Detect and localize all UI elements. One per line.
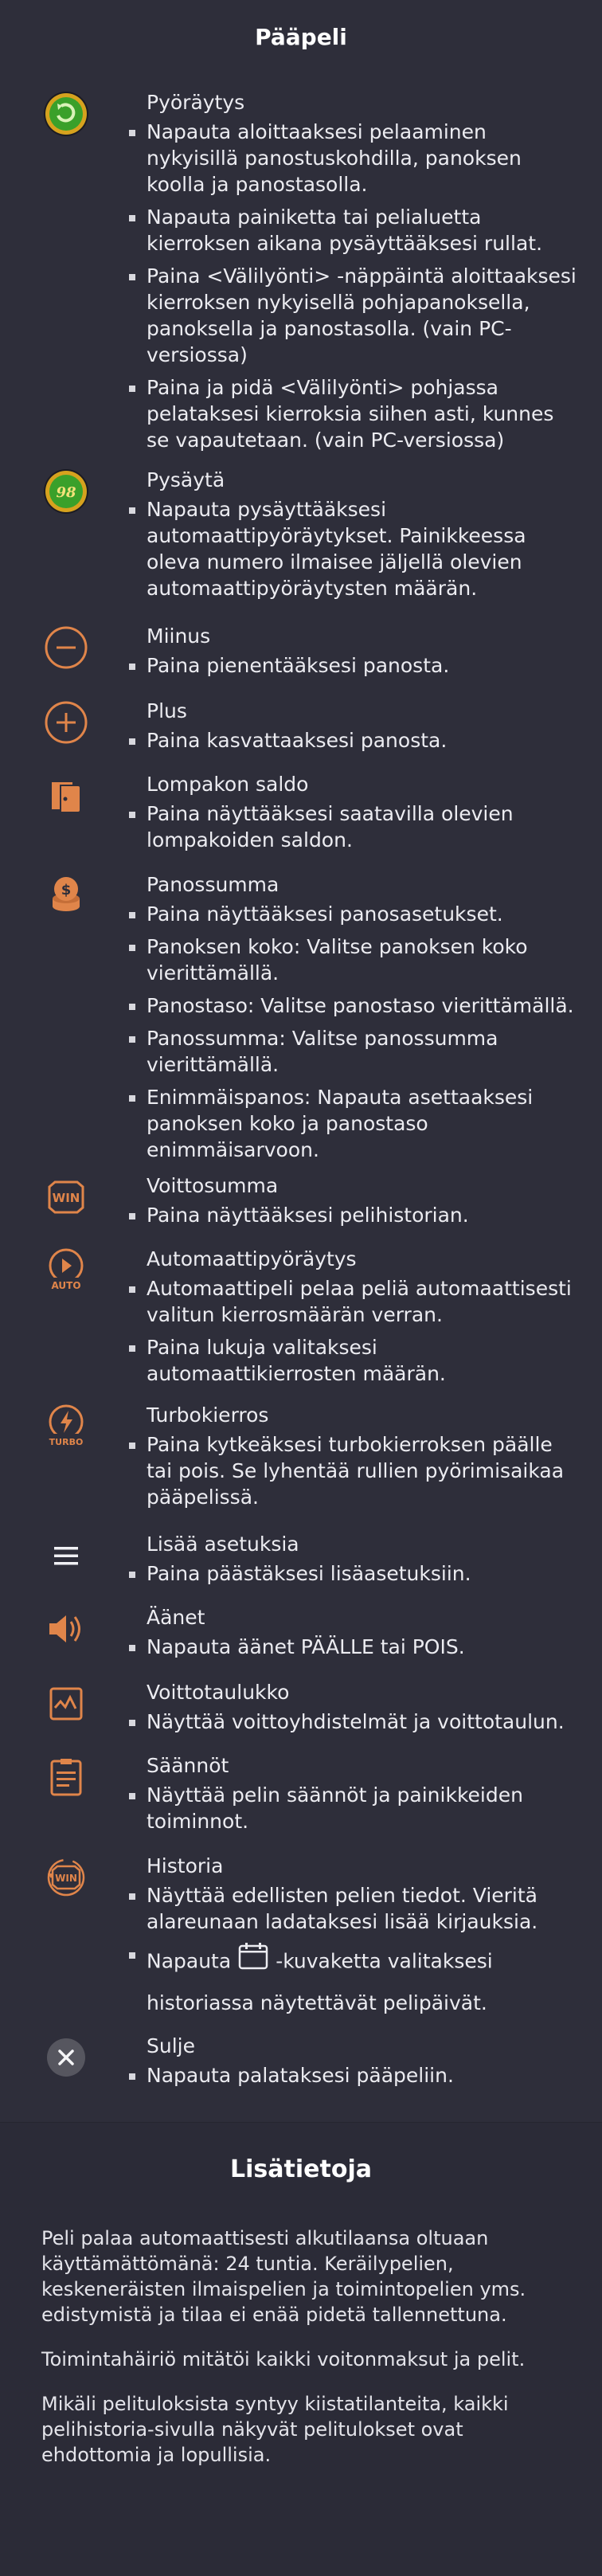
list-item-calendar: Napauta -kuvaketta valitaksesi historiass… [129, 1941, 577, 2023]
autoplay-icon-label: AUTO [51, 1280, 80, 1291]
list-item: Paina päästäksesi lisäasetuksiin. [129, 1560, 577, 1587]
additional-info-title: Lisätietoja [230, 2155, 372, 2183]
list-item: Näyttää edellisten pelien tiedot. Vierit… [129, 1882, 577, 1935]
section-title: Lisää asetuksia [147, 1533, 299, 1556]
turbo-icon: TURBO [41, 1402, 91, 1451]
list-item: Enimmäispanos: Napauta asettaaksesi pano… [129, 1084, 577, 1163]
section-title: Plus [147, 699, 187, 722]
list-item: Paina näyttääksesi pelihistorian. [129, 1202, 577, 1228]
section-title: Sulje [147, 2034, 195, 2057]
list-item: Paina pienentääksesi panosta. [129, 652, 577, 679]
info-paragraph: Mikäli pelituloksista syntyy kiistatilan… [41, 2393, 509, 2466]
list-item: Panossumma: Valitse panossumma vierittäm… [129, 1025, 577, 1078]
list-item: Näyttää voittoyhdistelmät ja voittotaulu… [129, 1709, 577, 1735]
section-title: Automaattipyöräytys [147, 1247, 357, 1270]
section-title: Pysäytä [147, 468, 225, 491]
win-icon-label: WIN [53, 1191, 80, 1205]
section-title: Historia [147, 1854, 224, 1877]
calendar-icon [237, 1941, 269, 1983]
list-item: Napauta pysäyttääksesi automaattipyöräyt… [129, 496, 577, 601]
list-item: Paina näyttääksesi panosasetukset. [129, 901, 577, 927]
turbo-icon-label: TURBO [49, 1437, 84, 1447]
spin-icon [41, 89, 91, 139]
history-icon-label: WIN [55, 1873, 77, 1884]
section-title: Turbokierros [147, 1403, 269, 1427]
list-item: Paina näyttääksesi saatavilla olevien lo… [129, 801, 577, 853]
list-item: Paina kasvattaaksesi panosta. [129, 727, 577, 754]
wallet-icon [41, 771, 91, 820]
paytable-icon [41, 1679, 91, 1728]
plus-icon [41, 698, 91, 747]
section-title: Miinus [147, 624, 211, 648]
list-item: Napauta äänet PÄÄLLE tai POIS. [129, 1634, 577, 1660]
stop-autospin-icon: 98 [41, 467, 91, 516]
coins-icon: $ [41, 871, 91, 921]
help-page: Pääpeli Pyöräytys Napauta aloittaaksesi … [0, 0, 602, 2576]
list-item: Näyttää pelin säännöt ja painikkeiden to… [129, 1782, 577, 1834]
stop-count: 98 [56, 484, 76, 501]
section-title: Panossumma [147, 873, 280, 896]
list-item: Automaattipeli pelaa peliä automaattises… [129, 1275, 577, 1328]
page-title: Pääpeli [255, 24, 347, 50]
minus-icon [41, 623, 91, 672]
svg-text:$: $ [61, 882, 72, 898]
history-icon: WIN [41, 1853, 91, 1902]
main-game-panel: Pääpeli Pyöräytys Napauta aloittaaksesi … [0, 0, 602, 2122]
info-paragraph: Toimintahäiriö mitätöi kaikki voitonmaks… [41, 2348, 526, 2370]
win-icon: WIN [41, 1173, 91, 1222]
menu-icon [41, 1531, 91, 1580]
section-title: Pyöräytys [147, 91, 245, 114]
sound-icon [41, 1604, 91, 1654]
list-item: Paina lukuja valitaksesi automaattikierr… [129, 1334, 577, 1387]
list-item: Panostaso: Valitse panostaso vierittämäl… [129, 992, 577, 1019]
list-item: Paina ja pidä <Välilyönti> pohjassa pela… [129, 374, 577, 453]
section-title: Voittosumma [147, 1174, 279, 1197]
section-title: Äänet [147, 1606, 205, 1629]
autoplay-icon: AUTO [41, 1246, 91, 1295]
list-item: Napauta painiketta tai pelialuetta kierr… [129, 204, 577, 256]
calendar-item-before: Napauta [147, 1949, 232, 1973]
info-paragraph: Peli palaa automaattisesti alkutilaansa … [41, 2227, 526, 2326]
rules-icon [41, 1752, 91, 1802]
close-icon[interactable] [41, 2033, 91, 2082]
section-title: Lompakon saldo [147, 773, 309, 796]
section-title: Voittotaulukko [147, 1681, 290, 1704]
list-item: Napauta aloittaaksesi pelaaminen nykyisi… [129, 119, 577, 198]
list-item: Paina kytkeäksesi turbokierroksen päälle… [129, 1431, 577, 1510]
list-item: Panoksen koko: Valitse panoksen koko vie… [129, 934, 577, 986]
section-title: Säännöt [147, 1754, 229, 1777]
list-item: Napauta palataksesi pääpeliin. [129, 2062, 577, 2089]
list-item: Paina <Välilyönti> -näppäintä aloittaaks… [129, 264, 577, 366]
